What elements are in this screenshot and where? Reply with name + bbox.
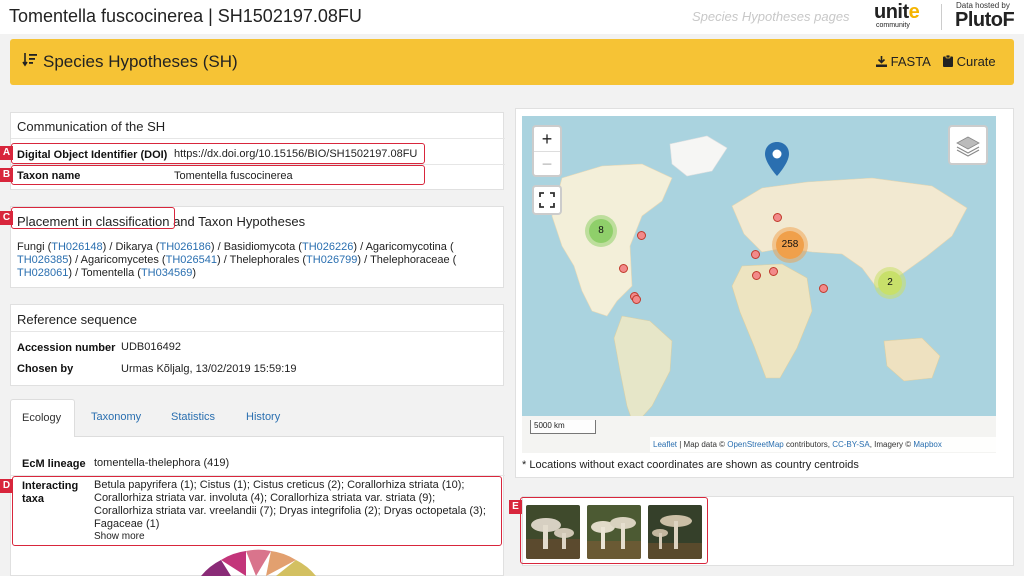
taxon-name: Agaricomycotina ( (365, 241, 454, 253)
zoom-in-button[interactable]: + (534, 127, 560, 151)
taxon-name: Thelephorales ( (229, 254, 307, 266)
layers-button[interactable] (948, 125, 988, 165)
taxon-name: Basidiomycota ( (223, 241, 302, 253)
distribution-map[interactable]: + − 8 258 2 (522, 116, 996, 453)
th-link[interactable]: TH026385 (17, 254, 68, 266)
annotation-badge-e: E (509, 500, 522, 514)
th-link[interactable]: TH026541 (166, 254, 217, 266)
taxon-name: Agaricomycetes ( (80, 254, 166, 266)
world-map (522, 135, 996, 453)
divider (11, 331, 505, 332)
map-marker[interactable] (619, 264, 628, 273)
annotation-badge-c: C (0, 211, 13, 225)
toolbar-title: Species Hypotheses (SH) (43, 52, 238, 71)
map-pin-icon[interactable] (765, 142, 789, 176)
divider (11, 138, 505, 139)
taxon-name: Fungi ( (17, 241, 52, 253)
tab-history[interactable]: History (246, 411, 280, 423)
map-footnote: * Locations without exact coordinates ar… (522, 459, 859, 471)
zoom-out-button[interactable]: − (534, 151, 560, 175)
map-marker[interactable] (819, 284, 828, 293)
reference-card: Reference sequence Accession number UDB0… (10, 304, 505, 386)
th-link[interactable]: TH026799 (306, 254, 357, 266)
unite-logo[interactable]: unite community (874, 1, 932, 32)
th-link[interactable]: TH026148 (51, 241, 102, 253)
th-link[interactable]: TH026226 (302, 241, 353, 253)
reference-title: Reference sequence (17, 312, 137, 327)
chosen-by-value: Urmas Kõljalg, 13/02/2019 15:59:19 (121, 363, 297, 375)
fasta-label: FASTA (890, 54, 931, 69)
license-link[interactable]: CC-BY-SA (832, 440, 870, 449)
unite-logo-word: unite (874, 1, 920, 23)
classification-path: Fungi (TH026148) / Dikarya (TH026186) / … (17, 241, 457, 279)
th-link[interactable]: TH026186 (159, 241, 210, 253)
th-link[interactable]: TH034569 (141, 267, 192, 279)
zoom-control: + − (532, 125, 562, 177)
fasta-button[interactable]: FASTA (876, 54, 931, 69)
sh-pages-link[interactable]: Species Hypotheses pages (692, 9, 850, 24)
chart-preview (201, 549, 316, 576)
taxon-name: Dikarya ( (115, 241, 160, 253)
taxon-name: Thelephoraceae ( (370, 254, 457, 266)
logo-divider (941, 4, 942, 30)
map-cluster[interactable]: 8 (585, 215, 617, 247)
chosen-by-label: Chosen by (17, 363, 74, 375)
curate-label: Curate (956, 54, 996, 69)
map-marker[interactable] (632, 295, 641, 304)
map-marker[interactable] (769, 267, 778, 276)
th-link[interactable]: TH028061 (17, 267, 68, 279)
annotation-box-b (11, 165, 425, 185)
curate-button[interactable]: Curate (943, 54, 996, 69)
mapbox-link[interactable]: Mapbox (913, 440, 941, 449)
layers-icon (956, 136, 980, 157)
accession-link[interactable]: UDB016492 (121, 341, 181, 353)
ecm-lineage-label: EcM lineage (22, 458, 86, 470)
tab-bar: Ecology Taxonomy Statistics History (10, 399, 504, 438)
communication-title: Communication of the SH (17, 119, 166, 134)
annotation-badge-b: B (0, 168, 13, 182)
map-cluster[interactable]: 2 (874, 267, 906, 299)
tab-taxonomy[interactable]: Taxonomy (91, 411, 141, 423)
map-cluster[interactable]: 258 (772, 227, 808, 263)
fullscreen-button[interactable] (532, 185, 562, 215)
fullscreen-icon (539, 192, 555, 208)
osm-link[interactable]: OpenStreetMap (727, 440, 783, 449)
sort-icon[interactable] (22, 51, 38, 67)
top-bar: Tomentella fuscocinerea | SH1502197.08FU… (0, 0, 1024, 34)
sh-toolbar: Species Hypotheses (SH) FASTA Curate (10, 39, 1014, 85)
tab-ecology[interactable]: Ecology (10, 399, 75, 438)
annotation-box-a (11, 143, 425, 164)
plutof-logo[interactable]: PlutoF (955, 9, 1015, 32)
map-marker[interactable] (773, 213, 782, 222)
clipboard-icon (943, 54, 953, 67)
map-attribution: Leaflet | Map data © OpenStreetMap contr… (650, 437, 996, 452)
annotation-box-c (11, 207, 175, 229)
map-marker[interactable] (752, 271, 761, 280)
tab-ecology-label: Ecology (22, 412, 62, 424)
annotation-badge-a: A (0, 146, 13, 160)
accession-label: Accession number (17, 342, 116, 354)
map-marker[interactable] (751, 250, 760, 259)
ecm-lineage-value: tomentella-thelephora (419) (94, 457, 230, 469)
annotation-box-d (12, 476, 502, 546)
page-title: Tomentella fuscocinerea | SH1502197.08FU (9, 6, 362, 26)
leaflet-link[interactable]: Leaflet (653, 440, 677, 449)
annotation-box-e (520, 497, 708, 564)
unite-logo-sub: community (876, 22, 910, 29)
download-icon (876, 56, 887, 67)
taxon-name: Tomentella ( (81, 267, 141, 279)
map-marker[interactable] (637, 231, 646, 240)
annotation-badge-d: D (0, 479, 13, 493)
map-scale: 5000 km (530, 420, 596, 434)
tab-statistics[interactable]: Statistics (171, 411, 215, 423)
placement-title-rest: and Taxon Hypotheses (169, 214, 306, 229)
